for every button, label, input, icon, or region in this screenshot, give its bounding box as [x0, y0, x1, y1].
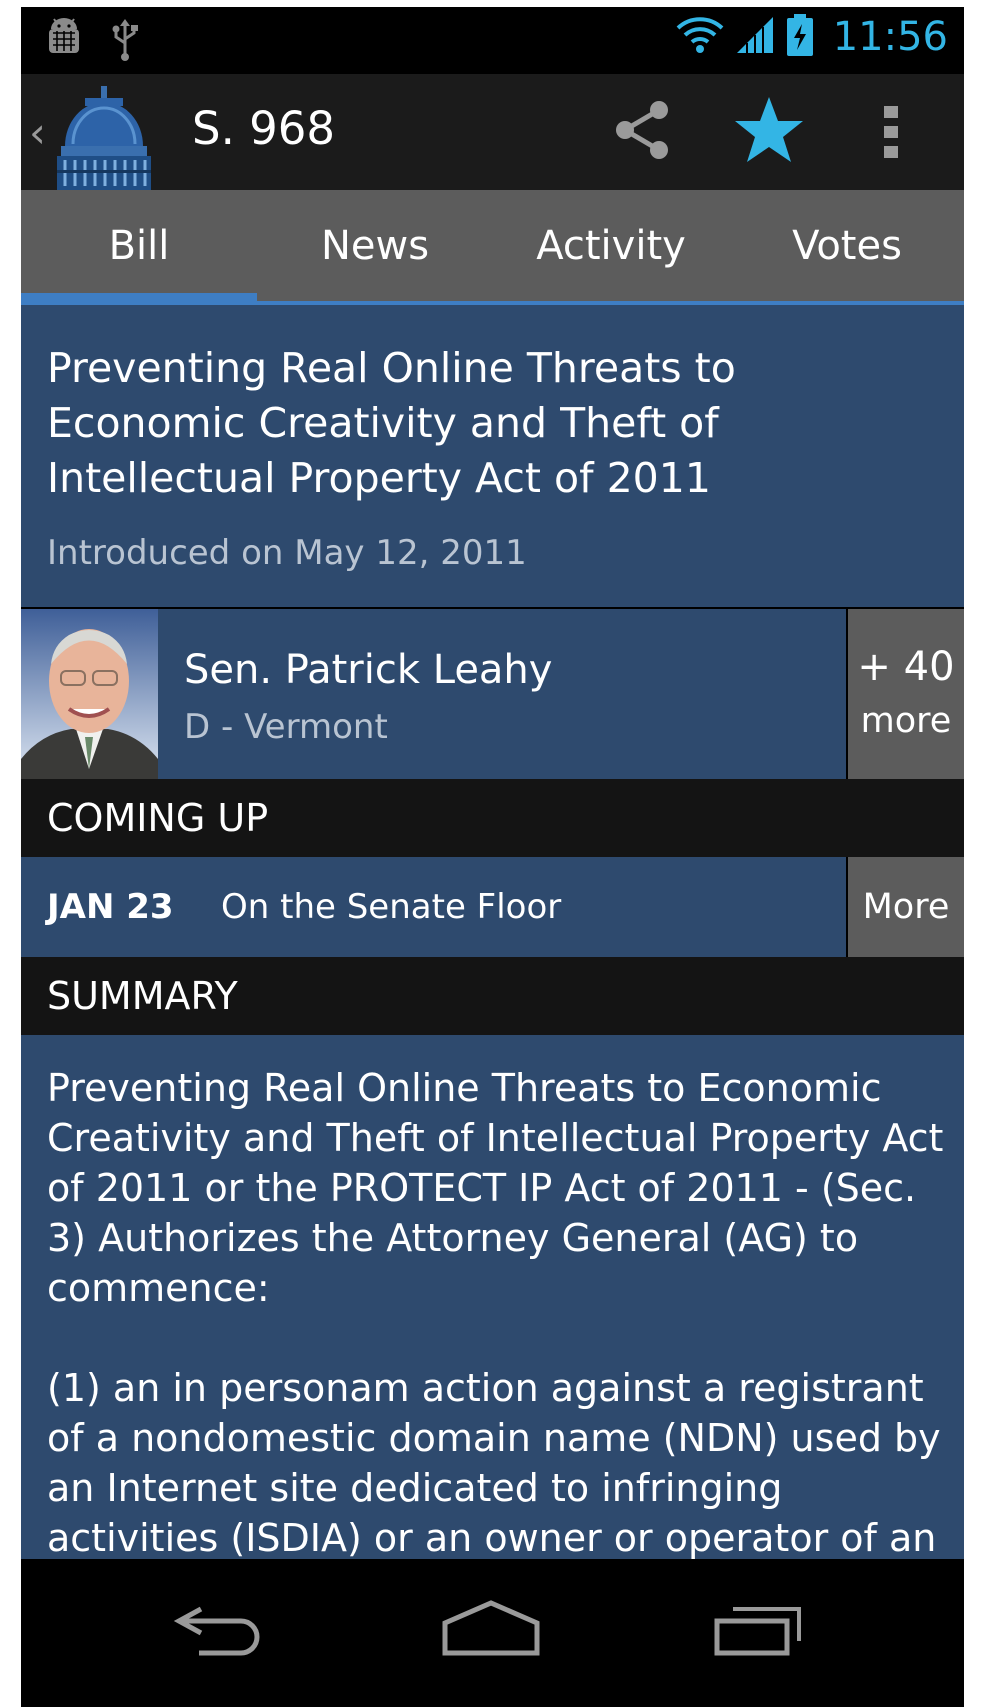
back-button[interactable] — [171, 1599, 271, 1663]
sponsor-row: Sen. Patrick Leahy D - Vermont + 40 more — [21, 609, 964, 779]
cosponsors-more-label: more — [860, 701, 952, 741]
system-nav-bar — [21, 1559, 964, 1707]
upcoming-more-button[interactable]: More — [848, 857, 964, 957]
sponsor-party-state: D - Vermont — [184, 707, 388, 747]
tab-votes[interactable]: Votes — [729, 190, 964, 301]
recent-apps-button[interactable] — [711, 1599, 807, 1663]
sponsor-name: Sen. Patrick Leahy — [184, 647, 553, 693]
tab-bill[interactable]: Bill — [21, 190, 257, 305]
tab-news[interactable]: News — [257, 190, 493, 301]
bill-title: Preventing Real Online Threats to Econom… — [47, 344, 736, 502]
home-button[interactable] — [439, 1599, 543, 1663]
capitol-dome-logo-icon — [55, 86, 155, 194]
page-title: S. 968 — [192, 102, 336, 155]
signal-icon — [735, 15, 775, 59]
summary-body[interactable]: Preventing Real Online Threats to Econom… — [21, 1035, 964, 1559]
favorite-button[interactable] — [733, 94, 805, 166]
cosponsors-button[interactable]: + 40 more — [848, 609, 964, 779]
home-icon — [439, 1600, 543, 1663]
recent-apps-icon — [711, 1607, 807, 1663]
star-icon — [733, 97, 805, 170]
android-debug-icon — [45, 17, 83, 65]
overflow-menu-button[interactable] — [879, 102, 903, 162]
summary-header: SUMMARY — [21, 957, 964, 1035]
upcoming-event[interactable]: JAN 23 On the Senate Floor — [21, 857, 846, 957]
status-clock: 11:56 — [832, 14, 948, 60]
summary-text: Preventing Real Online Threats to Econom… — [47, 1063, 947, 1559]
upcoming-date: JAN 23 — [47, 887, 174, 927]
wifi-icon — [675, 16, 725, 58]
back-icon — [171, 1606, 271, 1663]
overflow-menu-icon — [879, 106, 903, 166]
status-bar: 11:56 — [21, 7, 964, 74]
phone-screen: 11:56 ‹ S. 968 Bill News Activity Votes … — [21, 7, 964, 1707]
coming-up-row: JAN 23 On the Senate Floor More — [21, 857, 964, 957]
upcoming-location: On the Senate Floor — [221, 887, 562, 927]
usb-icon — [109, 17, 141, 65]
action-bar: ‹ S. 968 — [21, 74, 964, 190]
share-icon — [611, 101, 675, 166]
introduced-date: Introduced on May 12, 2011 — [47, 533, 527, 573]
chevron-left-icon: ‹ — [29, 108, 46, 157]
battery-charging-icon — [785, 13, 815, 61]
cosponsors-count: + 40 — [857, 644, 955, 690]
summary-paragraph: (1) an in personam action against a regi… — [47, 1366, 941, 1559]
sponsor-card[interactable]: Sen. Patrick Leahy D - Vermont — [158, 609, 846, 779]
tab-activity[interactable]: Activity — [493, 190, 729, 301]
summary-paragraph: Preventing Real Online Threats to Econom… — [47, 1066, 944, 1310]
sponsor-avatar — [21, 609, 158, 779]
coming-up-header: COMING UP — [21, 779, 964, 857]
bill-header: Preventing Real Online Threats to Econom… — [21, 305, 964, 607]
share-button[interactable] — [611, 98, 675, 162]
tab-bar: Bill News Activity Votes — [21, 190, 964, 305]
